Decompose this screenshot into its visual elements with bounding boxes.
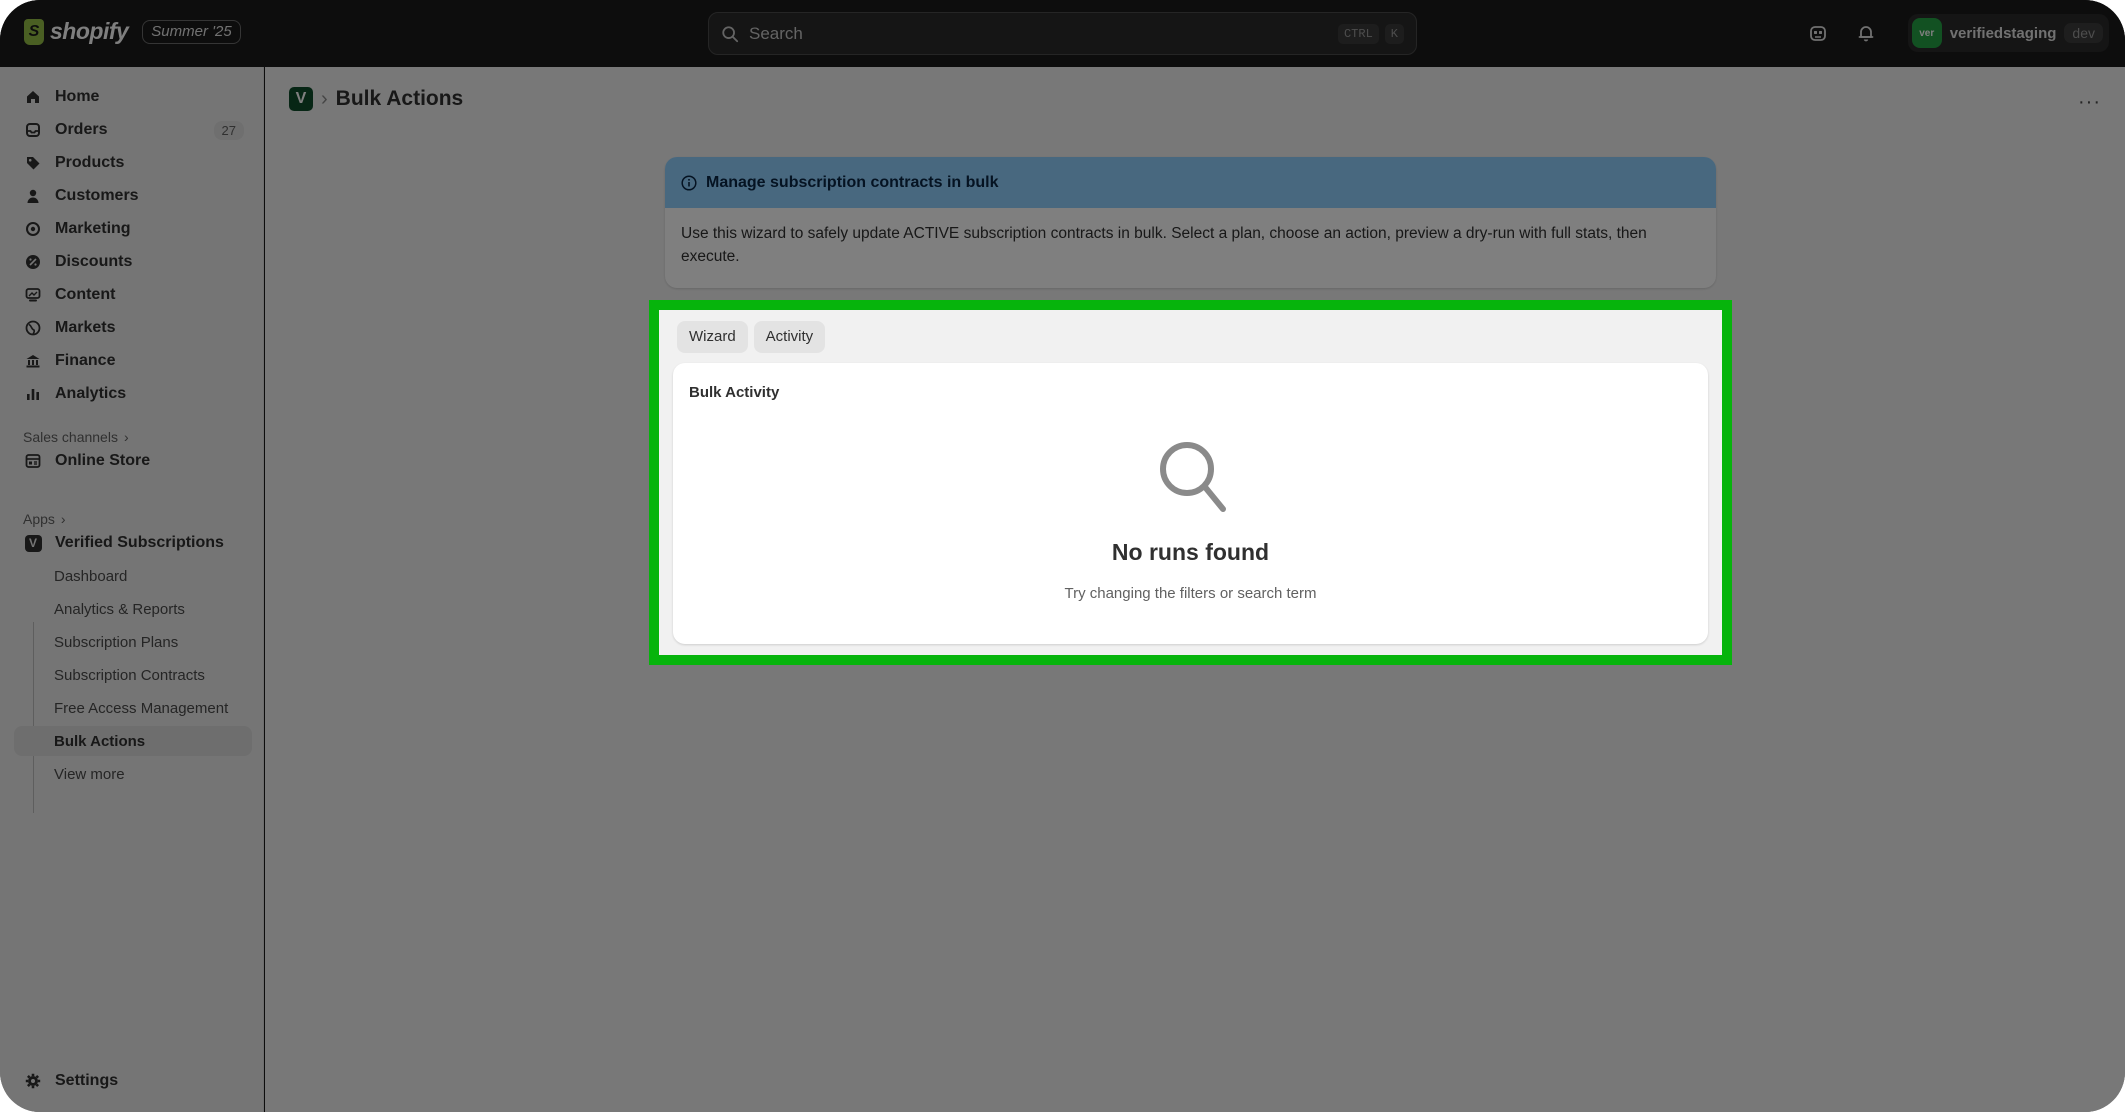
home-icon bbox=[24, 88, 42, 106]
search-placeholder: Search bbox=[749, 23, 803, 43]
sidebar-subitem-subscription-plans[interactable]: Subscription Plans bbox=[14, 627, 252, 657]
sidebar-item-verified-subscriptions[interactable]: V Verified Subscriptions bbox=[14, 528, 252, 558]
sidebar-item-discounts[interactable]: Discounts bbox=[14, 247, 252, 277]
store-env-badge: dev bbox=[2064, 23, 2103, 43]
store-switcher[interactable]: ver verifiedstaging dev bbox=[1907, 14, 2109, 52]
sidebar-item-settings[interactable]: Settings bbox=[14, 1066, 252, 1096]
sidebar-subitem-dashboard[interactable]: Dashboard bbox=[14, 561, 252, 591]
sales-channels-heading[interactable]: Sales channels › bbox=[23, 429, 129, 445]
sidebar-item-label: Settings bbox=[55, 1072, 119, 1089]
highlight-frame: Wizard Activity Bulk Activity No runs fo… bbox=[649, 300, 1732, 665]
sidebar-item-label: Online Store bbox=[55, 452, 151, 469]
search-icon bbox=[1160, 442, 1226, 512]
sales-channels-label: Sales channels bbox=[23, 429, 118, 445]
sidebar-item-online-store[interactable]: Online Store bbox=[14, 446, 252, 476]
sidebar-item-label: Content bbox=[55, 286, 116, 303]
sidekick-icon[interactable] bbox=[1804, 19, 1832, 47]
tab-bar: Wizard Activity bbox=[677, 321, 826, 353]
banner-body: Use this wizard to safely update ACTIVE … bbox=[681, 225, 1647, 265]
orders-icon bbox=[24, 121, 42, 139]
tag-icon bbox=[24, 154, 42, 172]
sidebar-item-label: Marketing bbox=[55, 220, 131, 237]
person-icon bbox=[24, 187, 42, 205]
apps-label: Apps bbox=[23, 511, 55, 527]
app-logo-icon[interactable]: V bbox=[289, 87, 313, 111]
banner-header: Manage subscription contracts in bulk bbox=[665, 157, 1716, 208]
sidebar-subitem-subscription-contracts[interactable]: Subscription Contracts bbox=[14, 660, 252, 690]
store-avatar: ver bbox=[1911, 18, 1942, 48]
page-header: V › Bulk Actions bbox=[289, 87, 463, 111]
sidebar-item-orders[interactable]: Orders 27 bbox=[14, 115, 252, 145]
highlighted-region: Wizard Activity Bulk Activity No runs fo… bbox=[649, 300, 1732, 665]
info-banner: Manage subscription contracts in bulk Us… bbox=[665, 157, 1716, 288]
chevron-right-icon: › bbox=[123, 429, 129, 445]
search-bar[interactable]: Search CTRL K bbox=[708, 12, 1417, 55]
tab-wizard[interactable]: Wizard bbox=[677, 321, 748, 353]
sidebar-item-label: Analytics bbox=[55, 385, 127, 402]
sidebar-subitem-analytics-reports[interactable]: Analytics & Reports bbox=[14, 594, 252, 624]
chevron-right-icon: › bbox=[60, 511, 66, 527]
sidebar-item-markets[interactable]: Markets bbox=[14, 313, 252, 343]
store-icon bbox=[24, 452, 42, 470]
gear-icon bbox=[24, 1072, 42, 1090]
edition-badge[interactable]: Summer '25 bbox=[142, 19, 241, 44]
target-icon bbox=[24, 220, 42, 238]
sidebar-item-label: Products bbox=[55, 154, 125, 171]
globe-icon bbox=[24, 319, 42, 337]
app-window: S shopify Summer '25 Search CTRL K ver v… bbox=[0, 0, 2125, 1112]
page-title: Bulk Actions bbox=[335, 87, 464, 110]
sidebar: Home Orders 27 Products Customers Market… bbox=[0, 67, 264, 1112]
verified-app-icon: V bbox=[24, 534, 42, 552]
orders-count-badge: 27 bbox=[213, 120, 244, 140]
tab-activity[interactable]: Activity bbox=[753, 321, 826, 353]
shopify-bag-icon: S bbox=[24, 18, 44, 45]
bell-icon[interactable] bbox=[1852, 19, 1880, 47]
discount-icon bbox=[24, 253, 42, 271]
sidebar-item-label: Finance bbox=[55, 352, 116, 369]
sidebar-item-content[interactable]: Content bbox=[14, 280, 252, 310]
sidebar-item-finance[interactable]: Finance bbox=[14, 346, 252, 376]
more-actions-button[interactable]: ··· bbox=[2078, 91, 2101, 114]
bulk-activity-card: Bulk Activity No runs found Try changing… bbox=[673, 363, 1708, 644]
sidebar-item-home[interactable]: Home bbox=[14, 82, 252, 112]
sidebar-item-label: Verified Subscriptions bbox=[55, 534, 224, 551]
apps-heading[interactable]: Apps › bbox=[23, 511, 66, 527]
sidebar-item-label: Customers bbox=[55, 187, 139, 204]
top-right-actions: ver verifiedstaging dev bbox=[1804, 14, 2109, 52]
shortcut-ctrl: CTRL bbox=[1337, 23, 1379, 44]
brand-wordmark: shopify bbox=[50, 18, 129, 44]
content-icon bbox=[24, 286, 42, 304]
info-icon bbox=[681, 174, 697, 191]
sidebar-item-label: Discounts bbox=[55, 253, 133, 270]
sidebar-item-customers[interactable]: Customers bbox=[14, 181, 252, 211]
empty-state-subtitle: Try changing the filters or search term bbox=[1064, 585, 1317, 602]
breadcrumb-separator: › bbox=[321, 87, 328, 110]
sidebar-subitem-view-more[interactable]: View more bbox=[14, 759, 252, 789]
top-bar: S shopify Summer '25 Search CTRL K ver v… bbox=[0, 0, 2125, 67]
store-name: verifiedstaging bbox=[1949, 24, 2057, 42]
bar-chart-icon bbox=[24, 385, 42, 403]
sidebar-subitem-bulk-actions[interactable]: Bulk Actions bbox=[14, 726, 252, 756]
sidebar-item-label: Markets bbox=[55, 319, 116, 336]
empty-state-title: No runs found bbox=[1111, 539, 1270, 565]
banner-title: Manage subscription contracts in bulk bbox=[706, 173, 999, 191]
card-title: Bulk Activity bbox=[689, 384, 780, 401]
search-icon bbox=[722, 25, 739, 42]
sidebar-item-label: Home bbox=[55, 88, 100, 105]
shortcut-k: K bbox=[1384, 23, 1404, 44]
sidebar-item-marketing[interactable]: Marketing bbox=[14, 214, 252, 244]
sidebar-subitem-free-access[interactable]: Free Access Management bbox=[14, 693, 252, 723]
sidebar-item-products[interactable]: Products bbox=[14, 148, 252, 178]
sidebar-item-analytics[interactable]: Analytics bbox=[14, 379, 252, 409]
shopify-logo[interactable]: S shopify Summer '25 bbox=[24, 18, 241, 45]
app-glyph: V bbox=[24, 534, 42, 552]
sidebar-item-label: Orders bbox=[55, 121, 108, 138]
bank-icon bbox=[24, 352, 42, 370]
